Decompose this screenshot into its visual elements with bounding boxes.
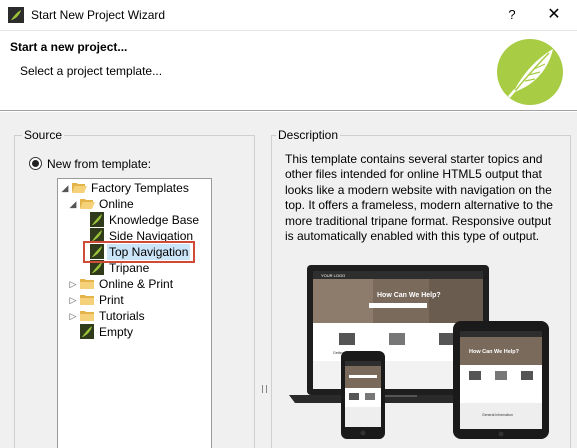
tree-item-label: Tripane <box>109 261 150 275</box>
tree-item-top-navigation[interactable]: Top Navigation <box>90 244 210 260</box>
template-icon <box>80 324 94 339</box>
wizard-header: Start a new project... Select a project … <box>0 31 577 111</box>
new-from-template-label: New from template: <box>47 157 152 171</box>
preview-section-caption: General Information <box>482 413 513 417</box>
folder-open-icon <box>72 183 87 193</box>
tree-item-label: Knowledge Base <box>109 213 200 227</box>
tree-item-label: Online & Print <box>99 277 174 291</box>
chevron-right-icon[interactable]: ▷ <box>68 308 78 324</box>
tree-item-label: Empty <box>99 325 134 339</box>
app-icon <box>8 7 24 23</box>
phone-preview <box>341 351 385 439</box>
tree-item-empty[interactable]: Empty <box>80 324 200 340</box>
folder-open-icon <box>80 199 95 209</box>
chevron-down-icon[interactable]: ◢ <box>60 180 70 196</box>
chevron-down-icon[interactable]: ◢ <box>68 196 78 212</box>
tree-item-label: Side Navigation <box>109 229 194 243</box>
header-title: Start a new project... <box>10 40 128 54</box>
folder-icon <box>80 295 94 305</box>
svg-text:How Can We Help?: How Can We Help? <box>469 349 520 355</box>
tree-item-online-print[interactable]: ▷ Online & Print <box>68 276 208 292</box>
tree-item-print[interactable]: ▷ Print <box>68 292 208 308</box>
description-legend: Description <box>276 128 341 142</box>
tree-item-side-navigation[interactable]: Side Navigation <box>90 228 210 244</box>
help-button[interactable]: ? <box>500 4 524 26</box>
quill-logo-icon <box>497 39 563 105</box>
splitter-handle[interactable] <box>262 385 267 393</box>
tablet-preview: How Can We Help? General Information <box>453 321 549 439</box>
tree-item-label: Top Navigation <box>107 244 191 260</box>
title-bar: Start New Project Wizard ? ✕ <box>0 0 577 31</box>
header-subtitle: Select a project template... <box>20 64 163 78</box>
template-icon <box>90 244 104 259</box>
template-icon <box>90 228 104 243</box>
tree-item-online[interactable]: ◢ Online <box>68 196 208 212</box>
window-title: Start New Project Wizard <box>31 8 166 22</box>
template-preview-image: YOUR LOGO How Can We Help? Getting Start… <box>289 265 549 439</box>
preview-logo-text: YOUR LOGO <box>321 273 345 278</box>
tree-item-label: Tutorials <box>99 309 145 323</box>
tree-item-label: Online <box>99 197 134 211</box>
new-from-template-radio[interactable] <box>29 157 42 170</box>
template-icon <box>90 260 104 275</box>
close-button[interactable]: ✕ <box>541 4 567 26</box>
tree-item-knowledge-base[interactable]: Knowledge Base <box>90 212 210 228</box>
tree-item-label: Factory Templates <box>91 181 189 195</box>
tree-item-tutorials[interactable]: ▷ Tutorials <box>68 308 208 324</box>
chevron-right-icon[interactable]: ▷ <box>68 276 78 292</box>
preview-hero-text: How Can We Help? <box>377 292 441 299</box>
chevron-right-icon[interactable]: ▷ <box>68 292 78 308</box>
description-text: This template contains several starter t… <box>285 152 553 244</box>
folder-icon <box>80 311 94 321</box>
folder-icon <box>80 279 94 289</box>
tree-item-factory-templates[interactable]: ◢ Factory Templates <box>60 180 210 196</box>
template-tree[interactable]: ◢ Factory Templates ◢ Online Knowledge B… <box>57 178 212 448</box>
tree-item-tripane[interactable]: Tripane <box>90 260 210 276</box>
source-legend: Source <box>22 128 65 142</box>
tree-item-label: Print <box>99 293 124 307</box>
template-icon <box>90 212 104 227</box>
